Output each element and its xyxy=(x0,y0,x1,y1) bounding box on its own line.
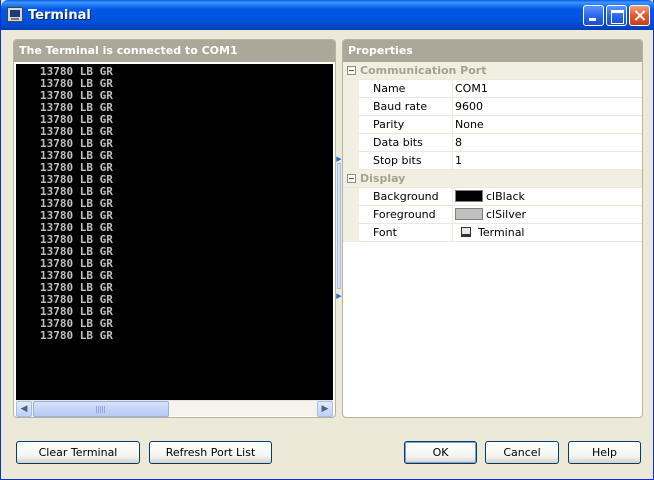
property-value-text: None xyxy=(455,118,484,131)
property-value-text: 1 xyxy=(455,154,462,167)
property-gutter xyxy=(343,224,359,242)
property-value[interactable]: 1 xyxy=(454,152,642,170)
property-value[interactable]: Terminal xyxy=(454,224,642,242)
minimize-button[interactable] xyxy=(583,5,604,26)
property-name: Stop bits xyxy=(359,152,453,170)
property-value-text: clSilver xyxy=(486,208,526,221)
horizontal-scrollbar[interactable]: ◀ ▶ xyxy=(16,400,333,417)
close-button[interactable] xyxy=(629,5,650,26)
cancel-button[interactable]: Cancel xyxy=(485,441,559,464)
property-name: Data bits xyxy=(359,134,453,152)
window-title: Terminal xyxy=(28,8,91,23)
property-value[interactable]: COM1 xyxy=(454,80,642,98)
property-grid: Communication Port Name COM1 Baud rate 9600 P… xyxy=(343,62,642,242)
scroll-left-button[interactable]: ◀ xyxy=(16,401,32,417)
property-gutter xyxy=(343,80,359,98)
maximize-button[interactable] xyxy=(606,5,627,26)
property-name: Baud rate xyxy=(359,98,453,116)
title-bar[interactable]: Terminal xyxy=(1,0,654,30)
properties-panel-header: Properties xyxy=(343,40,642,62)
property-gutter xyxy=(343,152,359,170)
property-value-text: Terminal xyxy=(478,226,525,239)
property-row[interactable]: Data bits 8 xyxy=(343,134,642,152)
property-name: Parity xyxy=(359,116,453,134)
terminal-line: 13780 LB GR xyxy=(40,329,113,342)
property-row[interactable]: Baud rate 9600 xyxy=(343,98,642,116)
collapse-icon[interactable] xyxy=(347,66,356,75)
property-row[interactable]: Foreground clSilver xyxy=(343,206,642,224)
property-gutter xyxy=(343,98,359,116)
scroll-right-button[interactable]: ▶ xyxy=(317,401,333,417)
refresh-port-list-button[interactable]: Refresh Port List xyxy=(149,441,272,464)
property-gutter xyxy=(343,188,359,206)
property-value-text: 9600 xyxy=(455,100,483,113)
collapse-icon[interactable] xyxy=(347,174,356,183)
property-value[interactable]: clSilver xyxy=(454,206,642,224)
properties-panel: Properties Communication Port Name COM1 Bau… xyxy=(342,39,643,418)
scrollbar-thumb[interactable] xyxy=(33,401,169,417)
property-category-label: Display xyxy=(360,172,406,185)
terminal-panel: The Terminal is connected to COM1 13780 … xyxy=(13,39,336,418)
splitter-handle[interactable] xyxy=(337,163,341,289)
grip-icon xyxy=(96,406,106,413)
property-name: Background xyxy=(359,188,453,206)
property-row[interactable]: Name COM1 xyxy=(343,80,642,98)
property-value[interactable]: 9600 xyxy=(454,98,642,116)
ok-button[interactable]: OK xyxy=(404,441,477,464)
font-icon xyxy=(461,227,471,237)
property-value-text: clBlack xyxy=(486,190,525,203)
property-gutter xyxy=(343,116,359,134)
color-swatch xyxy=(455,190,483,202)
terminal-panel-header: The Terminal is connected to COM1 xyxy=(14,40,335,62)
property-row[interactable]: Background clBlack xyxy=(343,188,642,206)
property-name: Name xyxy=(359,80,453,98)
color-swatch xyxy=(455,208,483,220)
property-category[interactable]: Display xyxy=(343,170,642,188)
property-value[interactable]: clBlack xyxy=(454,188,642,206)
property-category-label: Communication Port xyxy=(360,64,487,77)
property-gutter xyxy=(343,206,359,224)
property-gutter xyxy=(343,134,359,152)
terminal-output[interactable]: 13780 LB GR 13780 LB GR 13780 LB GR 13780 L… xyxy=(16,64,333,400)
property-row[interactable]: Font Terminal xyxy=(343,224,642,242)
property-row[interactable]: Parity None xyxy=(343,116,642,134)
property-category[interactable]: Communication Port xyxy=(343,62,642,80)
property-value-text: COM1 xyxy=(455,82,488,95)
property-value[interactable]: 8 xyxy=(454,134,642,152)
property-value-text: 8 xyxy=(455,136,462,149)
property-name: Foreground xyxy=(359,206,453,224)
property-name: Font xyxy=(359,224,453,242)
help-button[interactable]: Help xyxy=(568,441,641,464)
property-value[interactable]: None xyxy=(454,116,642,134)
property-row[interactable]: Stop bits 1 xyxy=(343,152,642,170)
terminal-window: Terminal The Terminal is connected to CO… xyxy=(0,0,654,480)
terminal-app-icon xyxy=(7,7,23,22)
clear-terminal-button[interactable]: Clear Terminal xyxy=(16,441,140,464)
